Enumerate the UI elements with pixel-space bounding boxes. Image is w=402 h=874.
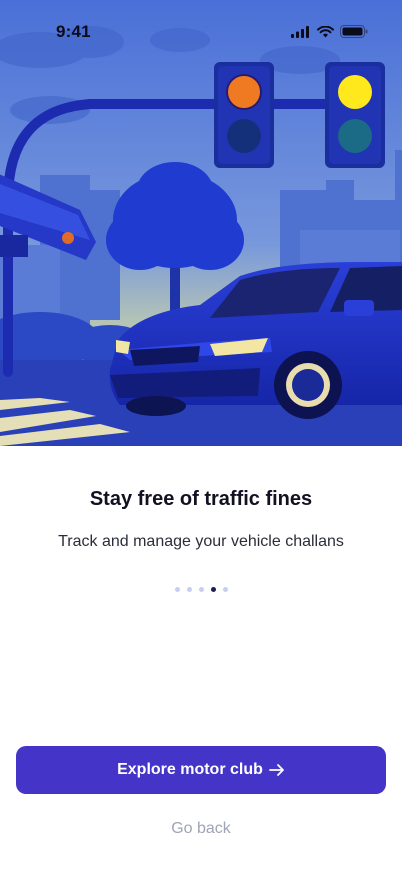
onboarding-content: Stay free of traffic fines Track and man… — [0, 446, 402, 874]
traffic-light-left — [214, 62, 274, 168]
page-dot — [198, 587, 204, 592]
page-dot — [210, 587, 216, 592]
wifi-icon — [317, 25, 334, 37]
explore-motor-club-label: Explore motor club — [117, 761, 263, 778]
arrow-right-icon — [268, 764, 284, 776]
page-dot — [174, 587, 180, 592]
hero-illustration — [0, 0, 402, 446]
explore-motor-club-button[interactable]: Explore motor club — [16, 746, 386, 794]
page-dot — [186, 587, 192, 592]
page-dot — [222, 587, 228, 592]
onboarding-subtitle: Track and manage your vehicle challans — [58, 533, 344, 550]
go-back-link[interactable]: Go back — [0, 820, 402, 838]
status-bar: 9:41 — [0, 0, 402, 60]
status-icons — [291, 25, 368, 38]
signal-icon — [291, 25, 309, 38]
page-indicator — [0, 587, 402, 592]
traffic-light-right — [325, 62, 385, 168]
onboarding-title: Stay free of traffic fines — [89, 488, 313, 510]
status-time: 9:41 — [56, 22, 91, 41]
battery-icon — [340, 25, 368, 38]
car-wheel — [274, 351, 342, 419]
